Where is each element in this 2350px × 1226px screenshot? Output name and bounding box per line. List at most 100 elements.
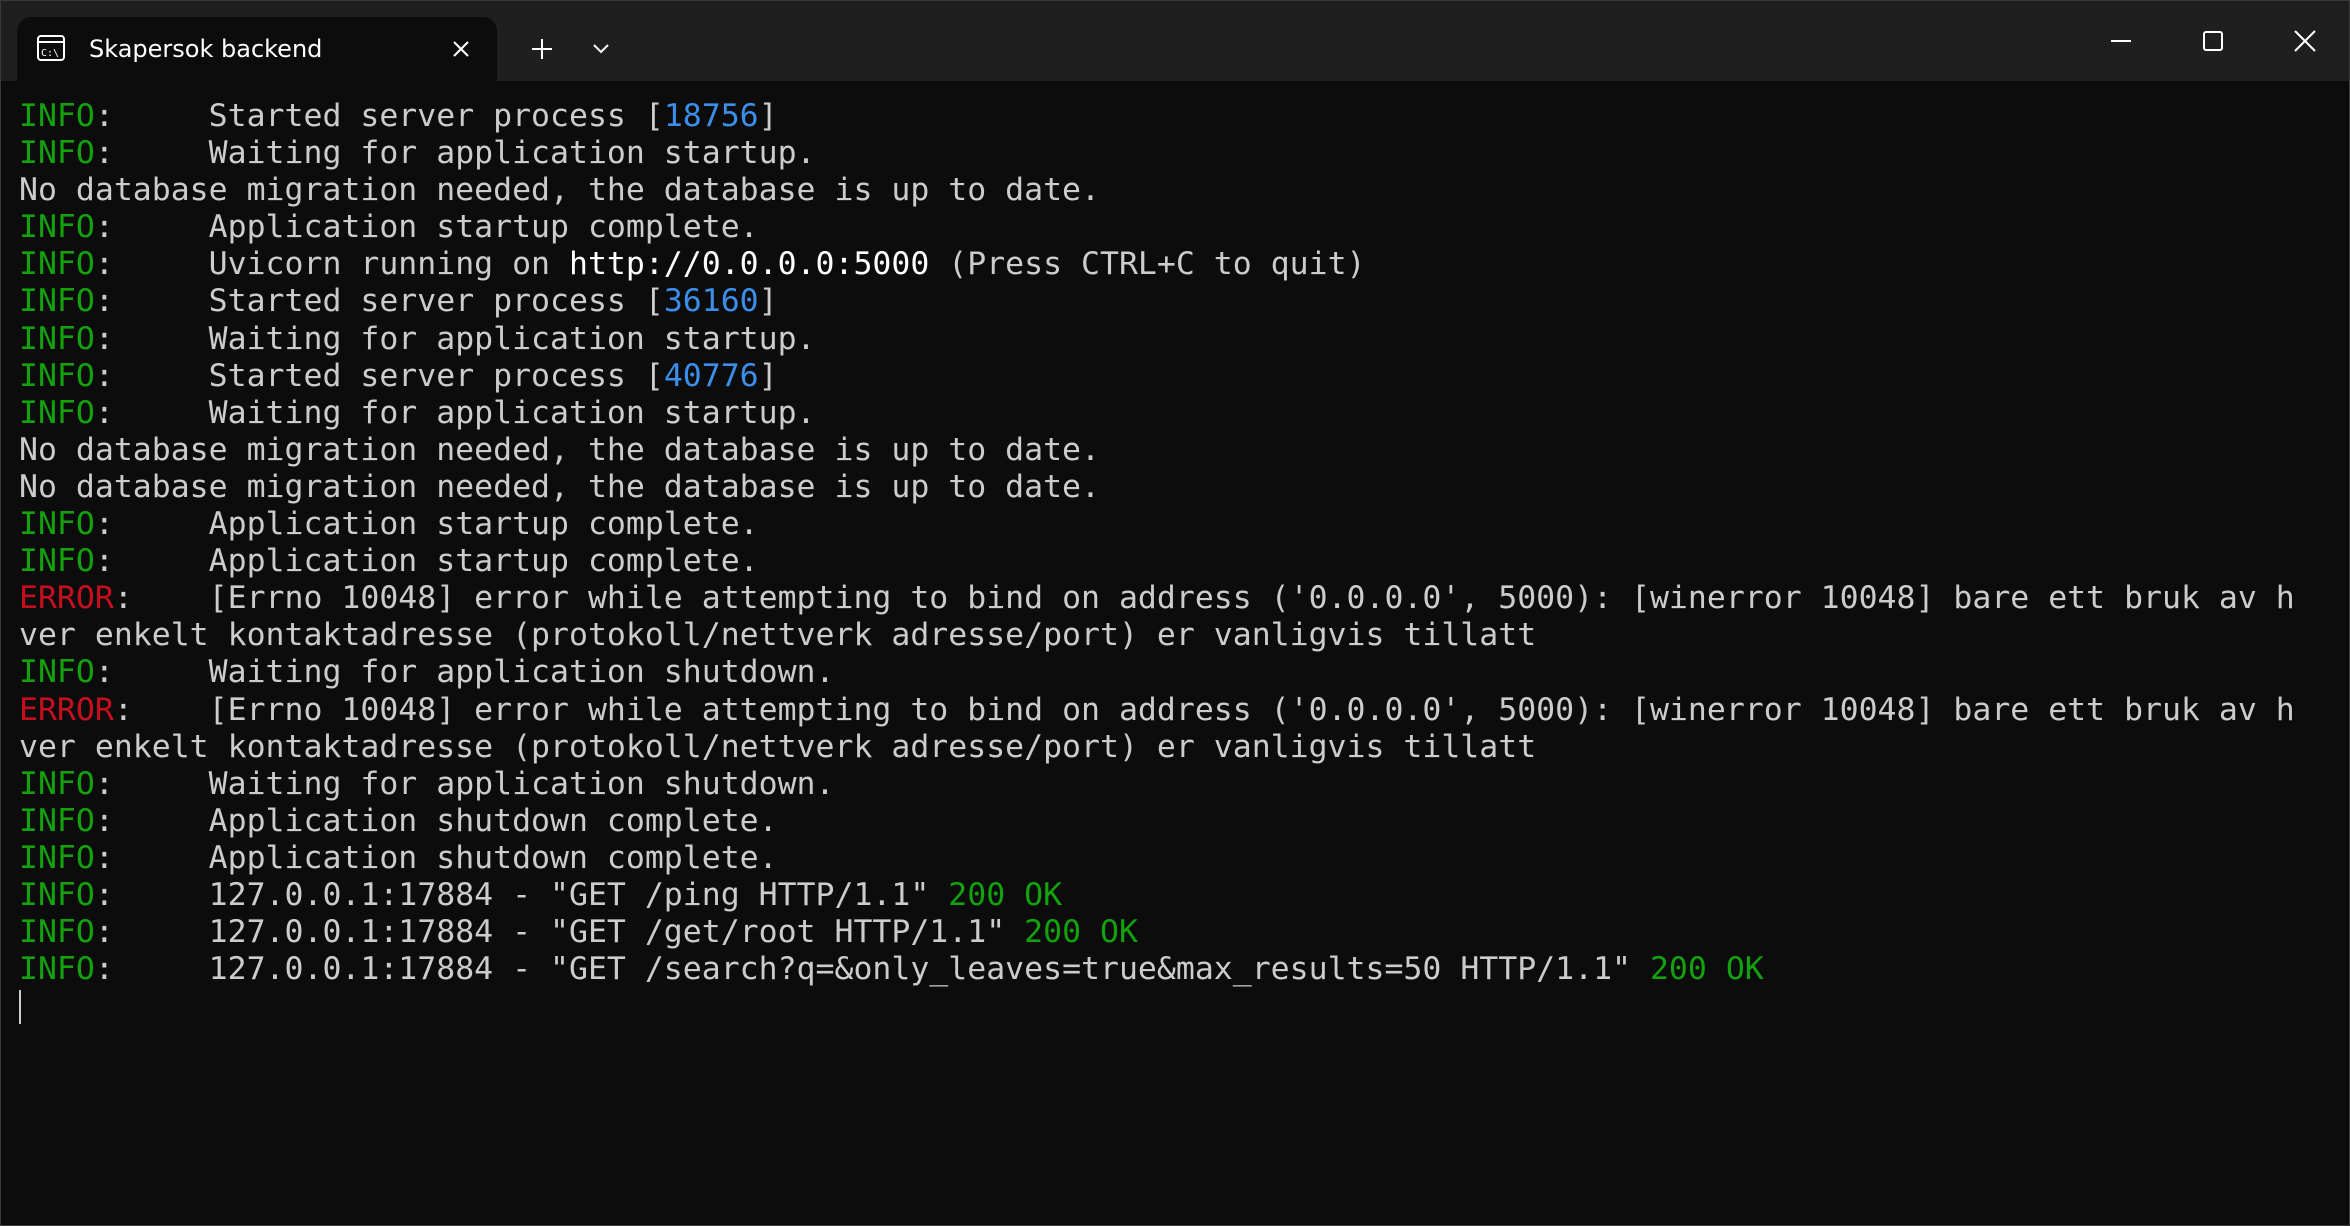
log-level: INFO [19,98,95,134]
log-line: INFO: Waiting for application startup. [19,135,2331,172]
log-line: INFO: 127.0.0.1:17884 - "GET /get/root H… [19,914,2331,951]
log-message: ver enkelt kontaktadresse (protokoll/net… [19,728,1537,765]
log-message: No database migration needed, the databa… [19,431,1100,468]
log-line: INFO: Application shutdown complete. [19,840,2331,877]
log-line: ver enkelt kontaktadresse (protokoll/net… [19,617,2331,654]
log-separator: : [94,98,209,134]
log-separator: : [113,580,209,617]
chevron-down-icon [593,44,609,54]
log-line: ERROR: [Errno 10048] error while attempt… [19,692,2331,729]
maximize-icon [2203,31,2223,51]
log-message: Started server process [ [208,357,664,394]
log-level: INFO [19,246,95,283]
log-level: INFO [19,839,95,876]
log-message: 127.0.0.1:17884 - "GET /get/root HTTP/1.… [208,914,1025,951]
log-line: ERROR: [Errno 10048] error while attempt… [19,580,2331,617]
log-separator: : [113,691,209,728]
terminal-output[interactable]: INFO: Started server process [18756] INFO… [19,98,2331,1225]
log-message: Application startup complete. [208,506,759,543]
process-id: 18756 [663,98,759,134]
log-line: INFO: Waiting for application shutdown. [19,654,2331,691]
maximize-button[interactable] [2167,1,2259,81]
http-status: 200 OK [948,876,1063,913]
http-status: 200 OK [1024,914,1138,951]
log-separator: : [94,876,209,913]
log-message: Waiting for application shutdown. [208,654,835,691]
log-level: INFO [19,135,95,172]
log-message: No database migration needed, the databa… [19,468,1100,505]
log-separator: : [94,394,209,431]
log-level: INFO [19,914,95,951]
log-level: ERROR [19,580,114,617]
log-separator: : [94,654,209,691]
log-separator: : [94,914,209,951]
terminal-icon: C:\ [37,35,65,61]
log-level: INFO [19,394,95,431]
prompt-line[interactable] [19,988,2331,1025]
log-line: No database migration needed, the databa… [19,172,2331,209]
log-line: INFO: Started server process [18756] [19,98,2331,135]
minimize-button[interactable] [2075,1,2167,81]
log-line: INFO: Application shutdown complete. [19,803,2331,840]
log-level: INFO [19,209,95,246]
close-icon [2294,30,2316,52]
log-separator: : [94,209,209,246]
log-level: INFO [19,654,95,691]
log-line: INFO: Started server process [36160] [19,283,2331,320]
log-message: ver enkelt kontaktadresse (protokoll/net… [19,617,1537,654]
log-line: ver enkelt kontaktadresse (protokoll/net… [19,729,2331,766]
log-level: INFO [19,876,95,913]
log-separator: : [94,951,209,988]
log-line: INFO: Waiting for application shutdown. [19,766,2331,803]
log-message: Waiting for application startup. [208,320,816,357]
log-level: INFO [19,283,95,320]
log-line: INFO: Started server process [40776] [19,358,2331,395]
log-message: Uvicorn running on [208,246,569,283]
log-separator: : [94,320,209,357]
tab-skapersok-backend[interactable]: C:\ Skapersok backend [17,17,497,81]
svg-text:C:\: C:\ [41,48,59,59]
log-message: Waiting for application startup. [208,135,816,172]
log-separator: : [94,802,209,839]
close-window-button[interactable] [2259,1,2349,81]
log-separator: : [94,543,209,580]
title-bar[interactable]: C:\ Skapersok backend [1,1,2349,81]
log-message: Application shutdown complete. [208,839,778,876]
log-line: INFO: Application startup complete. [19,209,2331,246]
new-tab-button[interactable] [519,29,565,69]
log-message: No database migration needed, the databa… [19,172,1100,209]
log-message: [Errno 10048] error while attempting to … [208,580,2295,617]
text-cursor [19,990,21,1025]
log-level: ERROR [19,691,114,728]
log-level: INFO [19,802,95,839]
log-line: No database migration needed, the databa… [19,469,2331,506]
log-level: INFO [19,543,95,580]
log-separator: : [94,506,209,543]
log-line: INFO: Application startup complete. [19,506,2331,543]
log-line: INFO: Uvicorn running on http://0.0.0.0:… [19,246,2331,283]
close-tab-icon[interactable] [447,35,475,63]
log-message: Waiting for application shutdown. [208,765,835,802]
log-line: INFO: 127.0.0.1:17884 - "GET /search?q=&… [19,951,2331,988]
plus-icon [532,39,552,59]
log-message: Application startup complete. [208,209,759,246]
log-message: Application startup complete. [208,543,759,580]
log-message: 127.0.0.1:17884 - "GET /ping HTTP/1.1" [208,876,949,913]
log-line: INFO: Application startup complete. [19,543,2331,580]
log-separator: : [94,765,209,802]
process-id: 40776 [663,357,759,394]
tab-title: Skapersok backend [89,35,323,63]
log-separator: : [94,283,209,320]
log-message-tail: ] [758,283,778,320]
log-level: INFO [19,320,95,357]
log-message-tail: ] [758,98,778,134]
log-separator: : [94,839,209,876]
log-level: INFO [19,506,95,543]
tab-dropdown-button[interactable] [581,29,621,69]
log-line: INFO: Waiting for application startup. [19,395,2331,432]
log-message: Started server process [ [208,283,664,320]
log-separator: : [94,246,209,283]
log-line: INFO: Waiting for application startup. [19,321,2331,358]
server-url: http://0.0.0.0:5000 [568,246,930,283]
log-message-tail: (Press CTRL+C to quit) [929,246,1366,283]
